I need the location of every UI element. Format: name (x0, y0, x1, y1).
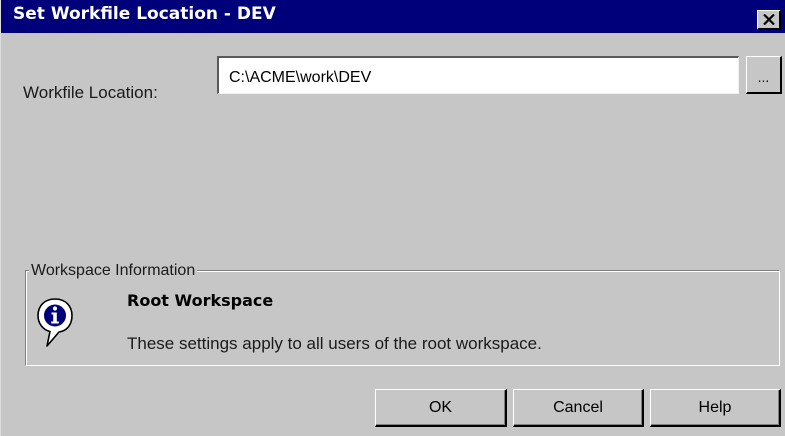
window-title: Set Workfile Location - DEV (13, 4, 276, 24)
close-icon (762, 14, 775, 25)
ok-button[interactable]: OK (375, 389, 507, 427)
workfile-location-label: Workfile Location: (23, 83, 158, 102)
workspace-information-label: Workspace Information (29, 261, 198, 280)
dialog-window: Set Workfile Location - DEV Workfile Loc… (0, 0, 785, 436)
title-bar[interactable]: Set Workfile Location - DEV (1, 0, 785, 33)
browse-button[interactable]: ... (746, 56, 782, 94)
close-button[interactable] (757, 10, 781, 30)
help-button[interactable]: Help (650, 389, 781, 427)
cancel-button[interactable]: Cancel (513, 389, 644, 427)
workspace-title: Root Workspace (127, 291, 274, 310)
info-icon (37, 298, 73, 347)
workfile-location-input[interactable] (217, 56, 739, 94)
workspace-description: These settings apply to all users of the… (127, 334, 542, 353)
